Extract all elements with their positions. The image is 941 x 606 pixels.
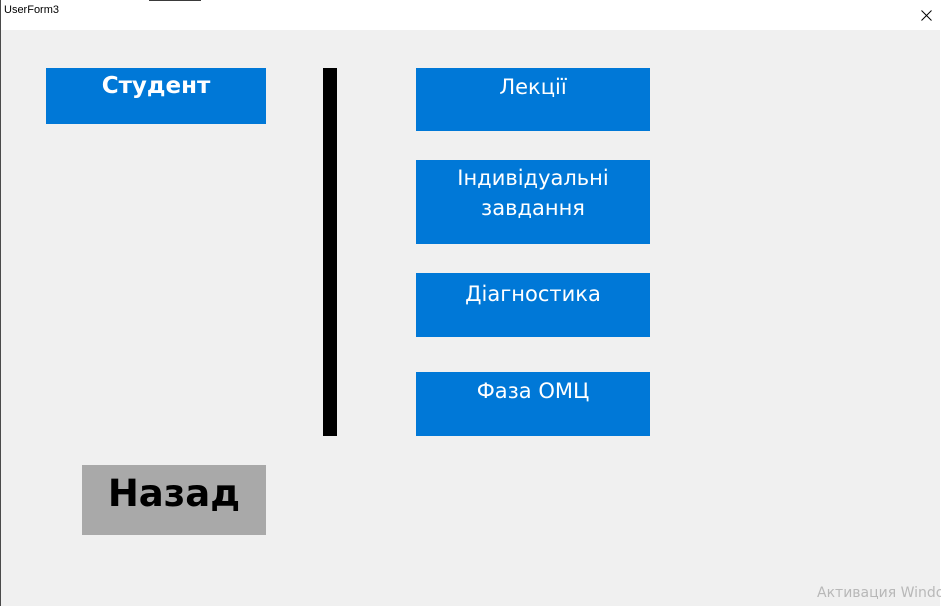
- omc-phase-button[interactable]: Фаза ОМЦ: [416, 372, 650, 436]
- lectures-button[interactable]: Лекції: [416, 68, 650, 131]
- close-icon: [920, 9, 932, 21]
- close-button[interactable]: [911, 0, 941, 30]
- individual-tasks-label-line2: завдання: [481, 196, 585, 220]
- title-bar[interactable]: UserForm3: [1, 0, 941, 30]
- student-label: Студент: [46, 68, 266, 124]
- omc-phase-button-label: Фаза ОМЦ: [476, 379, 590, 403]
- vertical-divider: [323, 68, 337, 436]
- back-button-label: Назад: [107, 472, 241, 515]
- userform-window: UserForm3 Студент Лекції Індивідуальні з…: [0, 0, 941, 606]
- diagnostics-button[interactable]: Діагностика: [416, 273, 650, 337]
- back-button[interactable]: Назад: [82, 465, 266, 535]
- title-bar-edge: [149, 0, 201, 1]
- lectures-button-label: Лекції: [499, 75, 567, 99]
- diagnostics-button-label: Діагностика: [465, 282, 601, 306]
- individual-tasks-button[interactable]: Індивідуальні завдання: [416, 160, 650, 244]
- windows-activation-watermark: Активация Windows: [817, 585, 941, 601]
- window-title: UserForm3: [4, 4, 60, 16]
- individual-tasks-label-line1: Індивідуальні: [457, 166, 609, 190]
